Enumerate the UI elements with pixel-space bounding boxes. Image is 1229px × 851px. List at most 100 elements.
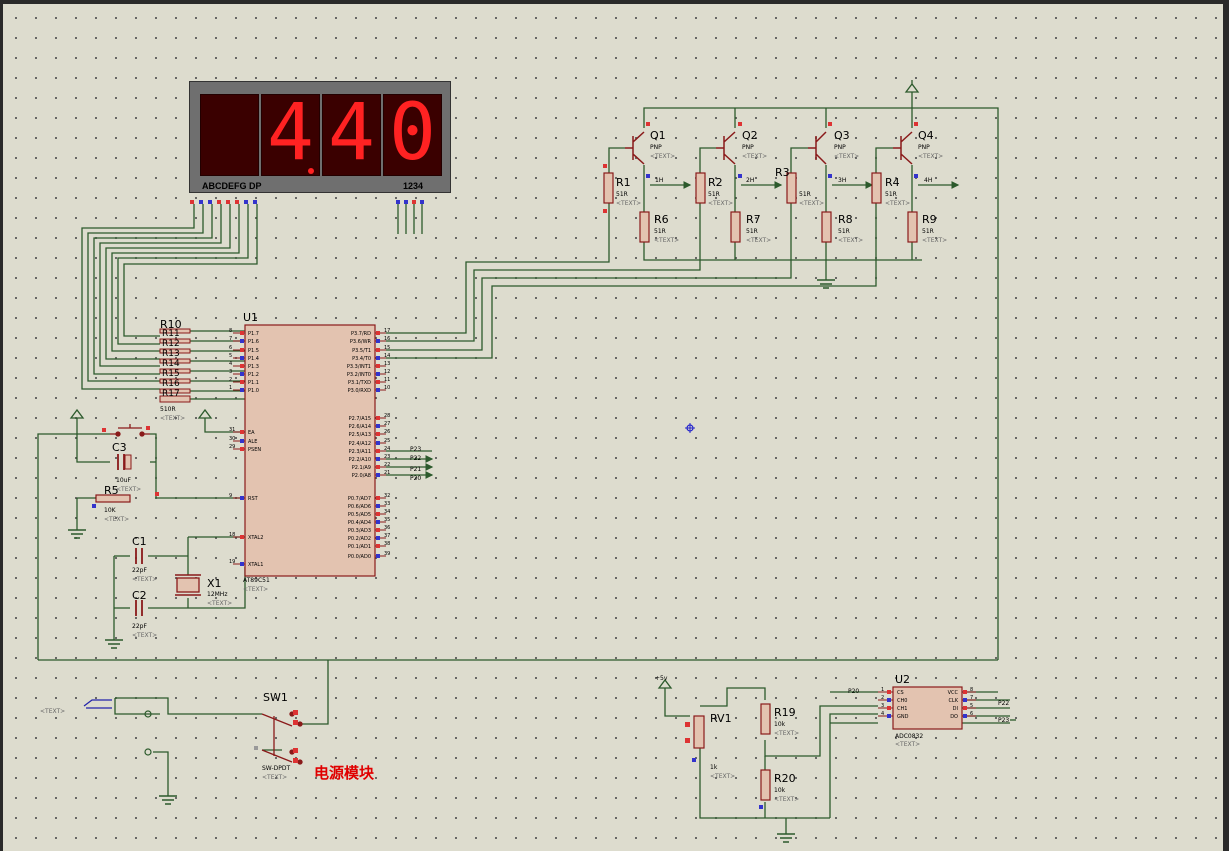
svg-text:51R: 51R: [838, 228, 850, 235]
pin-marker: [376, 465, 380, 469]
pin-number: 19: [229, 559, 235, 565]
svg-text:C2: C2: [132, 589, 147, 602]
svg-text:12MHz: 12MHz: [207, 591, 227, 598]
pin-marker: [376, 416, 380, 420]
pin-number: 17: [384, 328, 390, 334]
svg-text:10k: 10k: [774, 721, 786, 728]
pin-number: 35: [384, 517, 390, 523]
pin-marker: [240, 331, 244, 335]
pin-number: 6: [229, 345, 232, 351]
svg-text:R8: R8: [838, 213, 853, 226]
svg-text:P21: P21: [410, 466, 421, 473]
schematic-drawing: 8 P1.7 7 P1.6 6 P1.5 5 P1.4 4 P1.3 3 P1.2 2 P1.1 1 P1.0…: [37, 80, 1016, 843]
pin-name: P1.4: [248, 356, 259, 362]
pin-number: 14: [384, 353, 390, 359]
svg-text:<TEXT>: <TEXT>: [243, 586, 268, 593]
svg-text:PNP: PNP: [834, 144, 846, 151]
pin-marker: [376, 544, 380, 548]
pin-marker: [376, 356, 380, 360]
svg-text:<TEXT>: <TEXT>: [104, 516, 129, 523]
pin-number: 9: [229, 493, 232, 499]
pin-number: 4: [881, 711, 884, 717]
pin-marker: [376, 432, 380, 436]
pin-number: 37: [384, 533, 390, 539]
svg-text:<TEXT>: <TEXT>: [746, 237, 771, 244]
svg-text:Q2: Q2: [742, 129, 758, 142]
svg-text:U2: U2: [895, 673, 910, 686]
svg-text:<TEXT>: <TEXT>: [207, 600, 232, 607]
pin-marker: [963, 706, 967, 710]
svg-text:C1: C1: [132, 535, 147, 548]
svg-text:R2: R2: [708, 176, 723, 189]
pin-marker: [376, 449, 380, 453]
svg-text:R4: R4: [885, 176, 900, 189]
svg-text:U1: U1: [243, 311, 258, 324]
pin-marker: [887, 706, 891, 710]
svg-text:51R: 51R: [885, 191, 897, 198]
pin-name: DO: [950, 714, 958, 720]
pin-number: 32: [384, 493, 390, 499]
pin-name: P2.1/A9: [352, 465, 371, 471]
pin-name: PSEN: [248, 447, 261, 453]
pin-number: 38: [384, 541, 390, 547]
pin-number: 7: [229, 336, 232, 342]
reset-button[interactable]: [110, 424, 150, 437]
svg-text:R6: R6: [654, 213, 669, 226]
pin-marker: [240, 496, 244, 500]
svg-text:22pF: 22pF: [132, 567, 147, 574]
pin-name: P2.7/A15: [349, 416, 371, 422]
pin-name: P3.5/T1: [352, 348, 371, 354]
svg-text:22pF: 22pF: [132, 623, 147, 630]
svg-text:X1: X1: [207, 577, 222, 590]
pin-number: 24: [384, 446, 390, 452]
svg-text:R9: R9: [922, 213, 937, 226]
crystal-x1[interactable]: [175, 574, 201, 596]
pin-marker: [963, 690, 967, 694]
svg-text:P20: P20: [848, 688, 859, 695]
component-labels: U1 AT89C51 <TEXT> U2 ADC0832 <TEXT> Q1 P…: [40, 129, 1009, 803]
pin-name: ALE: [248, 439, 257, 445]
svg-text:R13: R13: [162, 349, 180, 359]
svg-text:R5: R5: [104, 484, 119, 497]
pin-marker: [376, 339, 380, 343]
pin-number: 31: [229, 427, 235, 433]
pin-number: 8: [229, 328, 232, 334]
pin-name: P1.1: [248, 380, 259, 386]
svg-text:P23: P23: [998, 717, 1009, 724]
svg-text:ADC0832: ADC0832: [895, 733, 923, 740]
svg-text:<TEXT>: <TEXT>: [710, 773, 735, 780]
pin-marker: [240, 356, 244, 360]
pin-number: 2: [881, 695, 884, 701]
svg-text:<TEXT>: <TEXT>: [885, 200, 910, 207]
pin-marker: [376, 473, 380, 477]
svg-text:P23: P23: [410, 446, 421, 453]
svg-text:<TEXT>: <TEXT>: [918, 153, 943, 160]
pin-name: P0.3/AD3: [348, 528, 371, 534]
pin-number: 10: [384, 385, 390, 391]
pin-name: P1.2: [248, 372, 259, 378]
wires: [37, 92, 1016, 834]
svg-text:<TEXT>: <TEXT>: [895, 741, 920, 748]
svg-text:<TEXT>: <TEXT>: [160, 415, 185, 422]
pin-number: 3: [229, 369, 232, 375]
pin-number: 1: [881, 687, 884, 693]
svg-text:R11: R11: [162, 329, 180, 339]
pin-name: P1.5: [248, 348, 259, 354]
pin-name: P2.6/A14: [349, 424, 371, 430]
pin-number: 15: [384, 345, 390, 351]
svg-text:SW-DPDT: SW-DPDT: [262, 765, 291, 772]
svg-text:SW1: SW1: [263, 691, 288, 704]
svg-text:<TEXT>: <TEXT>: [650, 153, 675, 160]
pin-number: 3: [881, 703, 884, 709]
power-jack[interactable]: [83, 699, 152, 756]
power-module-label: 电源模块: [314, 764, 375, 782]
pin-name: P3.3/INT1: [347, 364, 371, 370]
pin-marker: [240, 535, 244, 539]
pin-marker: [240, 430, 244, 434]
pin-name: CH0: [897, 698, 907, 704]
pin-name: EA: [248, 430, 255, 436]
switch-sw1[interactable]: [261, 711, 303, 765]
schematic-canvas[interactable]: 4 4 0 ABCDEFG DP 1234 8 P1.7 7 P1.6 6 P1…: [0, 0, 1229, 851]
pin-name: VCC: [948, 690, 959, 696]
svg-text:51R: 51R: [616, 191, 628, 198]
